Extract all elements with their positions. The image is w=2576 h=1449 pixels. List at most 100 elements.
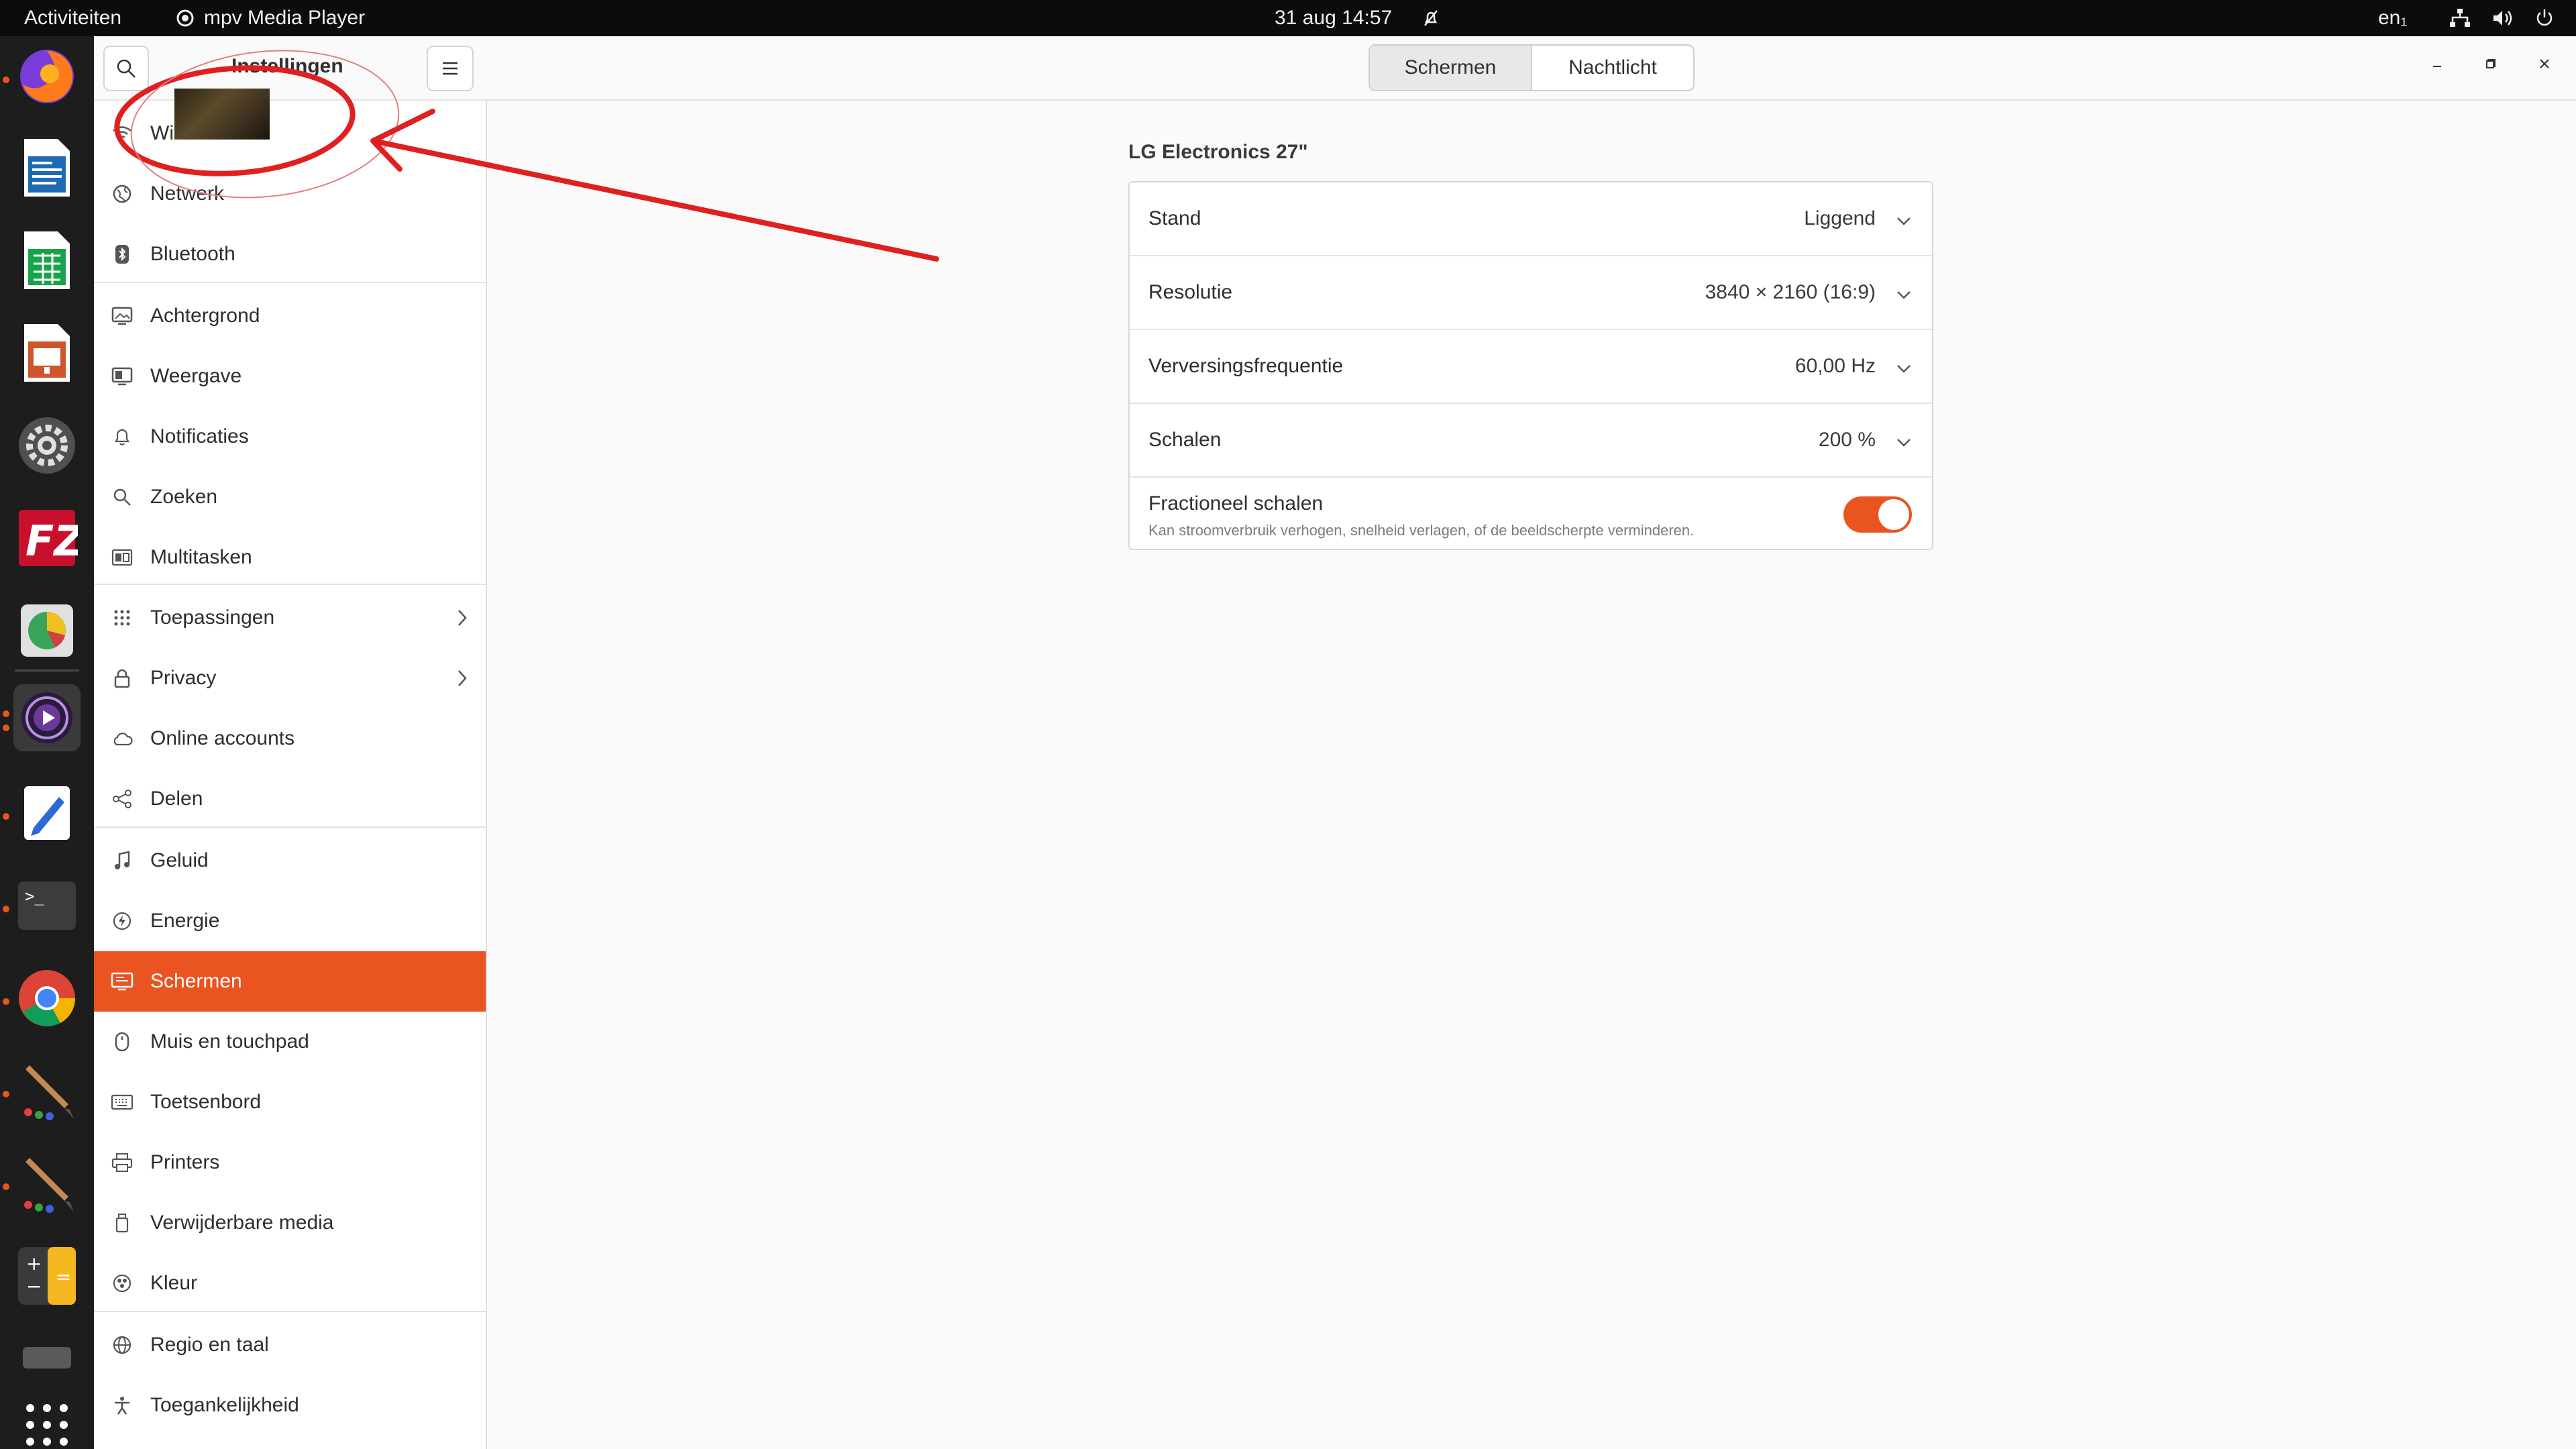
sidebar-item-background[interactable]: Achtergrond xyxy=(94,286,486,346)
trash-icon[interactable] xyxy=(13,1324,80,1391)
display-settings-panel: Stand Liggend Resolutie 3840 × 2160 (16:… xyxy=(1128,181,1933,550)
sidebar-item-label: Bluetooth xyxy=(150,243,235,265)
sidebar-item-accessibility[interactable]: Toegankelijkheid xyxy=(94,1375,486,1436)
sidebar-item-appearance[interactable]: Weergave xyxy=(94,346,486,407)
sidebar-item-privacy[interactable]: Privacy xyxy=(94,648,486,708)
top-bar: Activiteiten mpv Media Player 31 aug 14:… xyxy=(0,0,2576,36)
chevron-down-icon xyxy=(1897,439,1911,447)
running-indicator xyxy=(3,906,9,912)
libreoffice-writer-icon[interactable] xyxy=(13,134,80,201)
sidebar-item-color[interactable]: Kleur xyxy=(94,1253,486,1313)
wifi-icon xyxy=(113,126,131,142)
calculator-icon[interactable]: + − = xyxy=(13,1242,80,1309)
sidebar-item-sound[interactable]: Geluid xyxy=(94,830,486,891)
system-status-area[interactable] xyxy=(2449,0,2555,36)
chevron-right-icon xyxy=(458,670,467,686)
settings-gear-icon[interactable] xyxy=(13,412,80,479)
sidebar-search-button[interactable] xyxy=(103,46,149,91)
music-note-icon xyxy=(115,851,130,869)
view-switcher: Schermen Nachtlicht xyxy=(1368,44,1695,91)
sidebar-item-label: Regio en taal xyxy=(150,1334,269,1356)
activities-button[interactable]: Activiteiten xyxy=(24,0,121,36)
monitor-name: LG Electronics 27" xyxy=(1128,141,1308,163)
video-thumbnail[interactable] xyxy=(174,89,270,140)
sidebar-divider xyxy=(94,826,486,828)
text-editor-icon[interactable] xyxy=(13,780,80,847)
fractional-scaling-toggle[interactable] xyxy=(1843,496,1912,533)
tab-nachtlicht[interactable]: Nachtlicht xyxy=(1532,46,1693,90)
sidebar-item-network[interactable]: Netwerk xyxy=(94,164,486,224)
color-icon xyxy=(113,1274,131,1293)
sidebar-item-online-accounts[interactable]: Online accounts xyxy=(94,708,486,769)
app-name: mpv Media Player xyxy=(204,7,366,29)
sidebar-item-displays[interactable]: Schermen xyxy=(94,951,486,1012)
input-language-indicator[interactable]: en₁ xyxy=(2378,0,2408,36)
volume-icon xyxy=(2493,11,2512,25)
app-menu[interactable]: mpv Media Player xyxy=(176,0,365,36)
scale-row[interactable]: Schalen 200 % xyxy=(1130,404,1932,478)
sidebar-item-keyboard[interactable]: Toetsenbord xyxy=(94,1072,486,1132)
sidebar-item-label: Achtergrond xyxy=(150,305,260,327)
sidebar-item-multitasking[interactable]: Multitasken xyxy=(94,527,486,588)
settings-sidebar: Instellingen Wi Netwerk Bluetooth Achter… xyxy=(94,36,487,1449)
sidebar-item-label: Online accounts xyxy=(150,727,295,749)
sidebar-item-mouse-touchpad[interactable]: Muis en touchpad xyxy=(94,1012,486,1072)
svg-text:−: − xyxy=(26,1275,42,1297)
svg-text:>_: >_ xyxy=(25,887,44,906)
gimp-like-paint-icon[interactable] xyxy=(13,1057,80,1124)
orientation-row[interactable]: Stand Liggend xyxy=(1130,182,1932,256)
show-apps-grid-icon[interactable] xyxy=(13,1391,80,1449)
tab-schermen[interactable]: Schermen xyxy=(1370,46,1532,90)
terminal-icon[interactable]: >_ xyxy=(13,872,80,939)
filezilla-icon[interactable]: FZ xyxy=(13,504,80,572)
svg-text:=: = xyxy=(56,1266,71,1288)
resolution-row[interactable]: Resolutie 3840 × 2160 (16:9) xyxy=(1130,256,1932,330)
power-icon xyxy=(2536,9,2553,26)
sidebar-item-removable-media[interactable]: Verwijderbare media xyxy=(94,1193,486,1253)
sidebar-item-applications[interactable]: Toepassingen xyxy=(94,588,486,648)
sidebar-item-label: Multitasken xyxy=(150,546,252,568)
sidebar-item-notifications[interactable]: Notificaties xyxy=(94,407,486,467)
chevron-down-icon xyxy=(1897,217,1911,225)
mpv-dock-icon[interactable] xyxy=(13,684,80,751)
dnd-bell-icon[interactable] xyxy=(1421,0,1441,36)
paint-brush-icon[interactable] xyxy=(13,1150,80,1217)
svg-text:+: + xyxy=(26,1252,42,1275)
sidebar-item-wifi[interactable]: Wi xyxy=(94,103,486,164)
sidebar-item-label: Notificaties xyxy=(150,425,249,447)
hamburger-menu-button[interactable] xyxy=(427,46,474,91)
chrome-icon[interactable] xyxy=(13,965,80,1032)
libreoffice-impress-icon[interactable] xyxy=(13,319,80,386)
share-icon xyxy=(113,790,131,808)
clock[interactable]: 31 aug 14:57 xyxy=(1275,0,1392,36)
minimize-icon[interactable] xyxy=(2426,52,2449,75)
sidebar-item-search[interactable]: Zoeken xyxy=(94,467,486,527)
sidebar-item-region-language[interactable]: Regio en taal xyxy=(94,1315,486,1375)
libreoffice-calc-icon[interactable] xyxy=(13,227,80,294)
firefox-icon[interactable] xyxy=(13,43,80,110)
disk-usage-icon[interactable] xyxy=(13,597,80,664)
sidebar-item-label: Kleur xyxy=(150,1272,198,1294)
row-value: 60,00 Hz xyxy=(1794,355,1876,377)
mpv-icon xyxy=(176,9,194,27)
refresh-rate-row[interactable]: Verversingsfrequentie 60,00 Hz xyxy=(1130,330,1932,404)
sidebar-item-label: Energie xyxy=(150,910,220,932)
sidebar-item-power[interactable]: Energie xyxy=(94,891,486,951)
sidebar-divider xyxy=(94,282,486,283)
running-indicator xyxy=(3,813,9,820)
display-icon xyxy=(111,972,133,991)
row-value: Liggend xyxy=(1804,207,1876,229)
sidebar-item-bluetooth[interactable]: Bluetooth xyxy=(94,224,486,284)
sidebar-item-printers[interactable]: Printers xyxy=(94,1132,486,1193)
sidebar-item-sharing[interactable]: Delen xyxy=(94,769,486,829)
maximize-icon[interactable] xyxy=(2479,52,2502,75)
bluetooth-icon xyxy=(115,245,129,264)
dock: FZ >_ +−= xyxy=(0,36,94,1449)
chevron-right-icon xyxy=(458,610,467,626)
svg-text:FZ: FZ xyxy=(25,517,78,566)
sidebar-item-label: Toepassingen xyxy=(150,606,275,629)
window-controls xyxy=(2426,52,2556,75)
running-indicator xyxy=(3,724,9,731)
keyboard-icon xyxy=(111,1094,133,1110)
close-icon[interactable] xyxy=(2533,52,2556,75)
